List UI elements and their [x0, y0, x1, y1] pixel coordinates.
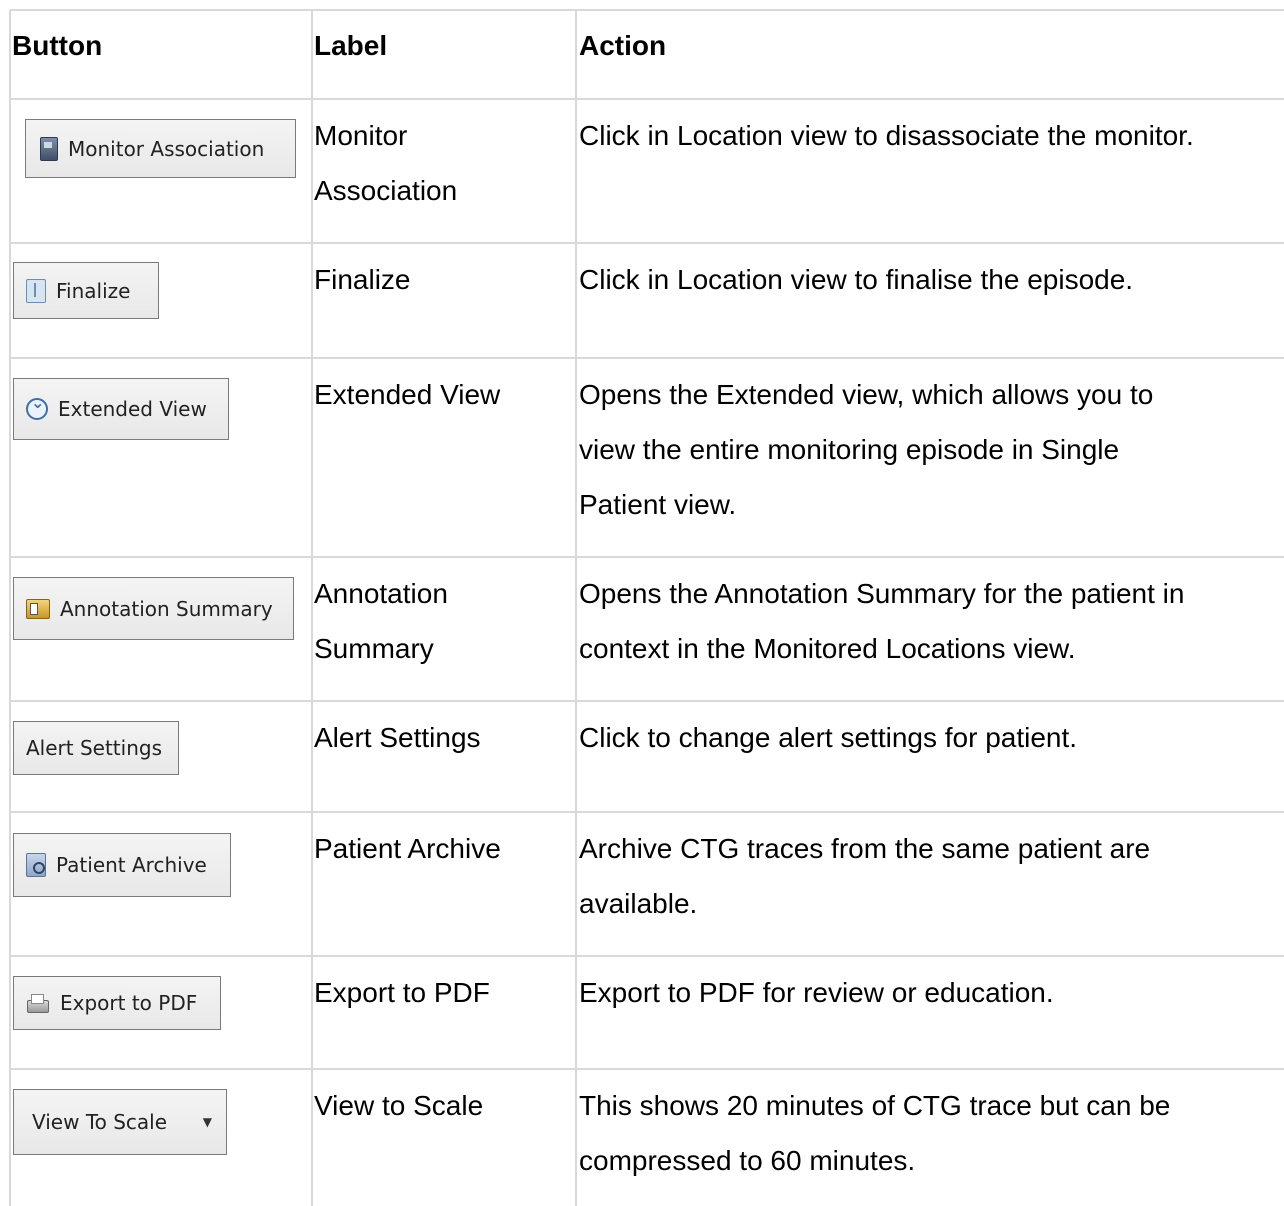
- monitor-icon: [40, 136, 58, 161]
- export-to-pdf-button[interactable]: Export to PDF: [13, 976, 221, 1030]
- printer-icon: [26, 992, 50, 1014]
- action-cell: Click in Location view to disassociate t…: [579, 108, 1194, 163]
- row-divider: [10, 556, 1284, 558]
- annotation-summary-button[interactable]: Annotation Summary: [13, 577, 294, 640]
- label-line: Patient Archive: [314, 833, 501, 864]
- button-label: Finalize: [56, 278, 131, 303]
- extended-view-icon: [26, 393, 48, 420]
- row-divider: [10, 811, 1284, 813]
- label-line: Alert Settings: [314, 722, 481, 753]
- label-cell: Patient Archive: [314, 821, 501, 876]
- header-label: Label: [314, 30, 388, 61]
- action-cell: Opens the Annotation Summary for the pat…: [579, 566, 1184, 676]
- label-cell: View to Scale: [314, 1078, 483, 1133]
- action-line: Click in Location view to finalise the e…: [579, 264, 1134, 295]
- action-line: Export to PDF for review or education.: [579, 977, 1054, 1008]
- action-line: Archive CTG traces from the same patient…: [579, 833, 1151, 864]
- action-line: compressed to 60 minutes.: [579, 1145, 916, 1176]
- button-label: Annotation Summary: [60, 596, 273, 621]
- action-line: Opens the Annotation Summary for the pat…: [579, 578, 1185, 609]
- action-line: Click in Location view to disassociate t…: [579, 120, 1194, 151]
- action-cell: Opens the Extended view, which allows yo…: [579, 367, 1153, 532]
- label-line: Extended View: [314, 379, 501, 410]
- button-label: Alert Settings: [26, 736, 162, 760]
- label-line: Association: [314, 175, 458, 206]
- row-divider: [10, 700, 1284, 702]
- action-line: This shows 20 minutes of CTG trace but c…: [579, 1090, 1171, 1121]
- finalize-icon: [26, 278, 46, 303]
- button-label: Monitor Association: [68, 136, 265, 161]
- row-divider: [10, 242, 1284, 244]
- patient-archive-button[interactable]: Patient Archive: [13, 833, 231, 897]
- label-line: Finalize: [314, 264, 411, 295]
- label-cell: Annotation Summary: [314, 566, 448, 676]
- archive-icon: [26, 853, 46, 877]
- label-line: Export to PDF: [314, 977, 490, 1008]
- action-line: context in the Monitored Locations view.: [579, 633, 1076, 664]
- header-action: Action: [579, 30, 667, 61]
- button-label: Export to PDF: [60, 991, 198, 1015]
- button-reference-table: Button Label Action Monitor Association …: [0, 0, 1284, 1206]
- row-divider: [10, 357, 1284, 359]
- dropdown-arrow-icon: ▼: [202, 1115, 212, 1129]
- action-cell: This shows 20 minutes of CTG trace but c…: [579, 1078, 1170, 1188]
- annotation-icon: [26, 598, 50, 619]
- action-cell: Click to change alert settings for patie…: [579, 710, 1077, 765]
- row-divider: [10, 955, 1284, 957]
- action-line: Opens the Extended view, which allows yo…: [579, 379, 1154, 410]
- view-to-scale-dropdown[interactable]: View To Scale ▼: [13, 1089, 227, 1155]
- label-line: View to Scale: [314, 1090, 484, 1121]
- table-border-top: [10, 9, 1284, 11]
- alert-settings-button[interactable]: Alert Settings: [13, 721, 179, 775]
- label-cell: Extended View: [314, 367, 500, 422]
- row-divider: [10, 1068, 1284, 1070]
- label-line: Annotation: [314, 578, 448, 609]
- label-cell: Alert Settings: [314, 710, 481, 765]
- label-cell: Export to PDF: [314, 965, 490, 1020]
- button-label: View To Scale: [32, 1110, 168, 1134]
- button-label: Patient Archive: [56, 853, 207, 877]
- label-cell: Finalize: [314, 252, 410, 307]
- label-cell: Monitor Association: [314, 108, 457, 218]
- button-label: Extended View: [58, 397, 207, 421]
- column-divider: [9, 10, 11, 1206]
- action-cell: Export to PDF for review or education.: [579, 965, 1054, 1020]
- column-divider: [575, 10, 577, 1206]
- label-line: Monitor: [314, 120, 408, 151]
- label-line: Summary: [314, 633, 434, 664]
- action-line: available.: [579, 888, 698, 919]
- column-divider: [311, 10, 313, 1206]
- action-cell: Click in Location view to finalise the e…: [579, 252, 1133, 307]
- action-line: Patient view.: [579, 489, 737, 520]
- extended-view-button[interactable]: Extended View: [13, 378, 229, 440]
- monitor-association-button[interactable]: Monitor Association: [25, 119, 296, 178]
- finalize-button[interactable]: Finalize: [13, 262, 159, 319]
- action-line: Click to change alert settings for patie…: [579, 722, 1078, 753]
- action-line: view the entire monitoring episode in Si…: [579, 434, 1120, 465]
- row-divider: [10, 98, 1284, 100]
- header-button: Button: [12, 30, 103, 61]
- action-cell: Archive CTG traces from the same patient…: [579, 821, 1150, 931]
